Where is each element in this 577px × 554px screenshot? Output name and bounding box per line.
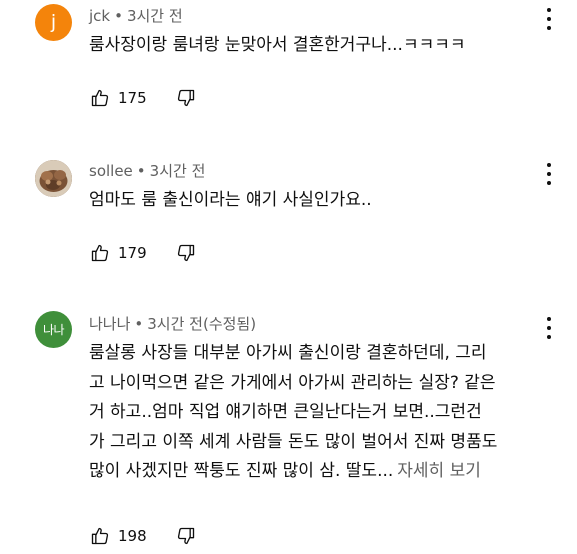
meta-separator: • [114,7,123,25]
thumbs-down-icon[interactable] [175,87,197,109]
thumbs-up-icon[interactable] [89,87,111,109]
author-name[interactable]: jck [89,7,110,25]
avatar-text: 나나 [42,322,65,337]
comment-line: 룸살롱 사장들 대부분 아가씨 출신이랑 결혼하던데, 그리 [89,343,487,363]
thumbs-up-icon[interactable] [89,525,111,547]
like-count: 198 [118,527,147,545]
more-vertical-icon[interactable] [543,163,555,185]
more-vertical-icon[interactable] [543,317,555,339]
comment-time: 3시간 전 [126,7,183,25]
comment-text: 룸사장이랑 룸녀랑 눈맞아서 결혼한거구나...ㅋㅋㅋㅋ [89,31,466,61]
like-count: 175 [118,89,147,107]
avatar-photo [35,160,72,197]
comment-line: 거 하고..엄마 직업 얘기하면 큰일난다는거 보면..그런건 [89,402,482,422]
meta-separator: • [134,315,144,333]
comment-actions: 175 [89,86,197,110]
comment-line: 가 그리고 이쪽 세계 사람들 돈도 많이 벌어서 진짜 명품도 [89,431,498,452]
meta-separator: • [136,162,146,180]
thumbs-up-icon[interactable] [89,242,111,264]
thumbs-down-icon[interactable] [175,525,197,547]
author-name[interactable]: sollee [89,162,133,180]
avatar[interactable] [35,160,72,197]
comment-last-line: 많이 사겠지만 짝퉁도 진짜 많이 삼. 딸도... 자세히 보기 [89,457,497,487]
comment-meta: 나나나 • 3시간 전(수정됨) [89,314,256,334]
comment-line: 고 나이먹으면 같은 가게에서 아가씨 관리하는 실장? 같은 [89,372,496,393]
avatar[interactable]: j [35,4,72,41]
comment-time: 3시간 전(수정됨) [147,315,257,333]
comment-actions: 198 [89,524,197,548]
author-name[interactable]: 나나나 [89,315,130,333]
comment-line: 엄마도 룸 출신이라는 얘기 사실인가요.. [89,190,372,210]
comment-line: 룸사장이랑 룸녀랑 눈맞아서 결혼한거구나...ㅋㅋㅋㅋ [89,35,466,55]
avatar[interactable]: 나나 [35,311,72,348]
read-more-link[interactable]: 자세히 보기 [397,461,481,481]
comment-line: 많이 사겠지만 짝퉁도 진짜 많이 삼. 딸도... [89,461,394,481]
comment-text: 룸살롱 사장들 대부분 아가씨 출신이랑 결혼하던데, 그리 고 나이먹으면 같… [89,339,497,487]
comment-meta: sollee • 3시간 전 [89,161,205,181]
comment-time: 3시간 전 [149,162,206,180]
thumbs-down-icon[interactable] [175,242,197,264]
comments-list: j jck • 3시간 전 룸사장이랑 룸녀랑 눈맞아서 결혼한거구나...ㅋㅋㅋㅋ… [0,0,577,554]
more-vertical-icon[interactable] [543,8,555,30]
comment-meta: jck • 3시간 전 [89,6,183,26]
comment-text: 엄마도 룸 출신이라는 얘기 사실인가요.. [89,186,372,216]
like-count: 179 [118,244,147,262]
comment-actions: 179 [89,241,197,265]
avatar-letter: j [50,11,57,33]
